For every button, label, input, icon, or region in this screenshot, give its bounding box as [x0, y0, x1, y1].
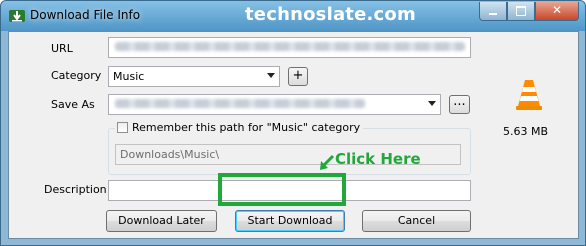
idm-app-icon — [9, 10, 25, 22]
watermark-text: technoslate.com — [245, 4, 416, 25]
green-arrow-icon — [320, 154, 335, 170]
category-label: Category — [51, 69, 102, 82]
window-controls: ✕ — [479, 2, 579, 21]
close-button[interactable]: ✕ — [535, 2, 579, 21]
minimize-button[interactable] — [479, 2, 507, 21]
url-label: URL — [51, 42, 73, 55]
url-value-blurred — [115, 42, 465, 51]
category-value: Music — [113, 70, 145, 83]
chevron-down-icon — [267, 73, 275, 78]
download-file-info-window: Download File Info technoslate.com ✕ URL… — [0, 0, 586, 246]
save-path-blurred — [115, 99, 365, 108]
download-later-button[interactable]: Download Later — [106, 210, 217, 232]
window-title: Download File Info — [30, 8, 141, 22]
remember-path-checkbox[interactable] — [117, 122, 128, 133]
click-here-annotation: Click Here — [335, 150, 421, 168]
category-select[interactable]: Music — [108, 66, 280, 87]
add-category-button[interactable]: + — [288, 67, 308, 86]
title-bar[interactable]: Download File Info technoslate.com ✕ — [1, 1, 585, 31]
close-icon: ✕ — [551, 3, 563, 17]
file-size: 5.63 MB — [503, 125, 549, 138]
chevron-down-icon — [428, 101, 436, 106]
cancel-button[interactable]: Cancel — [362, 210, 471, 232]
start-download-highlight — [218, 173, 346, 206]
description-label: Description — [44, 183, 107, 196]
start-download-button[interactable]: Start Download — [235, 210, 345, 232]
minimize-icon — [489, 13, 497, 15]
remember-path-label: Remember this path for "Music" category — [132, 121, 361, 134]
vlc-cone-icon — [516, 80, 542, 110]
save-as-select[interactable] — [108, 94, 441, 115]
url-field[interactable] — [108, 37, 471, 58]
maximize-icon — [516, 6, 526, 16]
dialog-body: URL Category Music + Save As ... Remembe… — [8, 31, 579, 239]
save-as-label: Save As — [51, 98, 95, 111]
browse-button[interactable]: ... — [449, 95, 470, 114]
remember-path-option[interactable]: Remember this path for "Music" category — [115, 121, 364, 134]
maximize-button[interactable] — [507, 2, 535, 21]
